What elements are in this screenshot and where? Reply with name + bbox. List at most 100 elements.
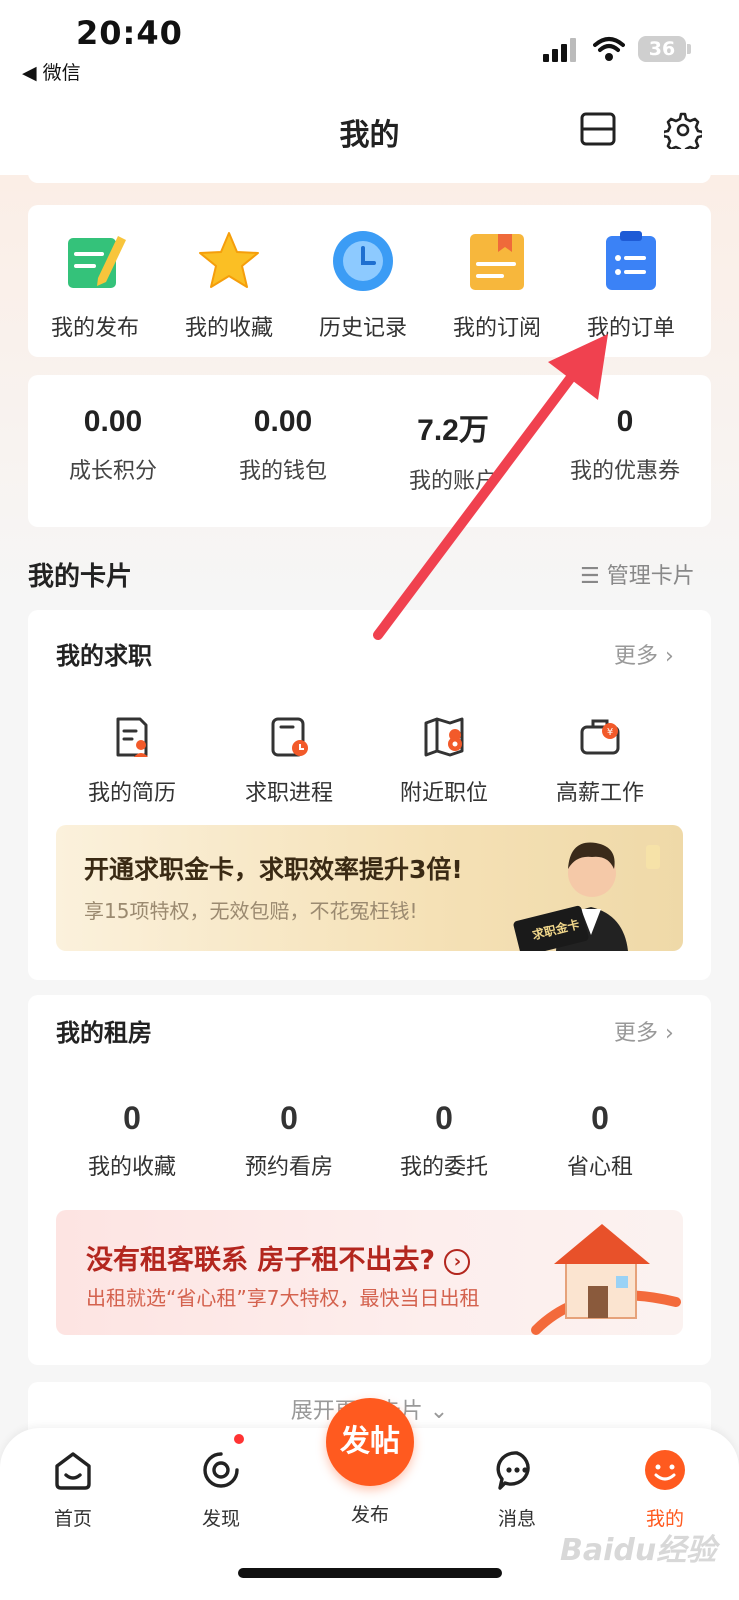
page-title: 我的	[339, 118, 400, 153]
rent-value: 0	[591, 1100, 609, 1136]
tab-home[interactable]: 首页	[23, 1448, 123, 1531]
stat-growth-points[interactable]: 0.00 成长积分	[28, 405, 198, 485]
job-item-high-salary[interactable]: ¥ 高薪工作	[520, 715, 680, 807]
manage-cards-button[interactable]: ☰ 管理卡片	[580, 558, 695, 590]
section-title: 我的卡片	[28, 562, 133, 592]
message-icon	[496, 1451, 530, 1490]
chevron-right-icon: ›	[658, 1021, 674, 1046]
shortcut-label: 我的发布	[50, 316, 139, 341]
svg-text:¥: ¥	[607, 727, 613, 738]
rent-value: 0	[123, 1100, 141, 1136]
businessman-illustration: 求职金卡	[513, 842, 660, 951]
tab-discover[interactable]: 发现	[171, 1448, 271, 1531]
stat-account[interactable]: 7.2万 我的账户	[368, 405, 538, 495]
shortcut-label: 我的收藏	[184, 316, 273, 341]
rent-value: 0	[435, 1100, 453, 1136]
tab-label: 首页	[53, 1508, 92, 1530]
manage-cards-label: 管理卡片	[606, 564, 695, 589]
rent-banner-title-text: 没有租客联系 房子租不出去?	[86, 1245, 436, 1276]
gear-icon[interactable]	[664, 111, 702, 149]
list-icon: ☰	[580, 564, 607, 589]
chevron-right-icon: ›	[658, 644, 674, 669]
scan-icon[interactable]	[580, 111, 616, 147]
shortcut-label: 我的订阅	[452, 316, 541, 341]
wifi-icon	[593, 37, 625, 61]
map-pin-icon	[424, 717, 464, 757]
clipboard-list-icon	[606, 231, 656, 290]
stat-label: 成长积分	[68, 459, 157, 484]
signal-icon	[543, 38, 576, 62]
rent-item-favorites[interactable]: 0 我的收藏	[52, 1100, 212, 1181]
stat-label: 我的账户	[408, 469, 497, 494]
profile-icon	[645, 1450, 685, 1490]
bookmark-doc-icon	[470, 234, 524, 290]
rent-banner-subtitle: 出租就选“省心租”享7大特权，最快当日出租	[86, 1286, 480, 1310]
shortcut-label: 我的订单	[586, 316, 675, 341]
rent-value: 0	[280, 1100, 298, 1136]
gold-banner-title: 开通求职金卡，求职效率提升3倍!	[84, 855, 463, 884]
stat-value: 0.00	[83, 405, 143, 438]
rent-banner-title: 没有租客联系 房子租不出去? ›	[86, 1238, 471, 1277]
job-item-label: 附近职位	[399, 781, 488, 806]
gold-banner-subtitle: 享15项特权，无效包赔，不花冤枉钱!	[84, 899, 418, 923]
more-label: 更多	[614, 644, 659, 669]
shortcut-label: 历史记录	[318, 316, 407, 341]
tab-profile[interactable]: 我的	[615, 1448, 715, 1531]
notification-dot	[232, 1432, 246, 1446]
tab-label: 发布	[350, 1504, 389, 1526]
rent-item-entrusted[interactable]: 0 我的委托	[364, 1100, 524, 1181]
shortcut-subscriptions[interactable]: 我的订阅	[429, 228, 565, 342]
rent-card-title: 我的租房	[56, 1019, 152, 1047]
job-item-resume[interactable]: 我的简历	[52, 715, 212, 807]
battery-indicator: 36	[638, 36, 686, 62]
shortcut-my-posts[interactable]: 我的发布	[27, 228, 163, 342]
job-card-title: 我的求职	[56, 642, 152, 670]
resume-icon	[116, 717, 148, 757]
rent-more-link[interactable]: 更多 ›	[614, 1015, 674, 1047]
progress-icon	[271, 717, 308, 757]
star-icon	[199, 232, 259, 288]
home-icon	[55, 1452, 91, 1490]
rent-item-easy-rent[interactable]: 0 省心租	[520, 1100, 680, 1181]
rent-label: 我的收藏	[87, 1155, 176, 1180]
chevron-down-icon: ⌄	[422, 1399, 449, 1424]
discover-icon	[203, 1452, 239, 1488]
rent-label: 我的委托	[399, 1155, 488, 1180]
rent-label: 预约看房	[244, 1155, 333, 1180]
stat-label: 我的优惠券	[569, 459, 680, 484]
more-label: 更多	[614, 1021, 659, 1046]
job-item-progress[interactable]: 求职进程	[209, 715, 369, 807]
stat-wallet[interactable]: 0.00 我的钱包	[198, 405, 368, 485]
briefcase-icon: ¥	[580, 719, 620, 755]
house-illustration	[531, 1224, 681, 1335]
back-to-wechat-link[interactable]: ◀ 微信	[22, 58, 81, 85]
job-item-label: 求职进程	[244, 781, 333, 806]
stat-coupons[interactable]: 0 我的优惠券	[540, 405, 710, 485]
arrow-circle-icon: ›	[444, 1248, 471, 1275]
rent-item-viewing[interactable]: 0 预约看房	[209, 1100, 369, 1181]
tab-messages[interactable]: 消息	[467, 1448, 567, 1531]
stat-label: 我的钱包	[238, 459, 327, 484]
stat-value: 0	[616, 405, 634, 438]
gold-card-banner[interactable]: 求职金卡	[56, 825, 683, 951]
rent-label: 省心租	[566, 1155, 633, 1180]
shortcut-favorites[interactable]: 我的收藏	[161, 228, 297, 342]
job-item-nearby[interactable]: 附近职位	[364, 715, 524, 807]
tab-label: 发现	[201, 1508, 240, 1530]
clock-icon	[333, 231, 393, 291]
job-more-link[interactable]: 更多 ›	[614, 638, 674, 670]
home-indicator	[238, 1568, 502, 1578]
post-icon	[348, 1448, 392, 1492]
stat-value: 7.2万	[417, 414, 489, 447]
battery-tip	[687, 44, 691, 54]
profile-card-bottom	[28, 165, 711, 183]
tab-post[interactable]: 发布	[320, 1448, 420, 1527]
tab-label: 消息	[497, 1508, 536, 1530]
shortcut-orders[interactable]: 我的订单	[563, 228, 699, 342]
status-time: 20:40	[76, 14, 183, 52]
baidu-watermark: Baidu经验	[560, 1533, 717, 1568]
shortcut-history[interactable]: 历史记录	[295, 228, 431, 342]
note-pencil-icon	[68, 236, 126, 288]
job-item-label: 高薪工作	[555, 781, 644, 806]
job-item-label: 我的简历	[87, 781, 176, 806]
